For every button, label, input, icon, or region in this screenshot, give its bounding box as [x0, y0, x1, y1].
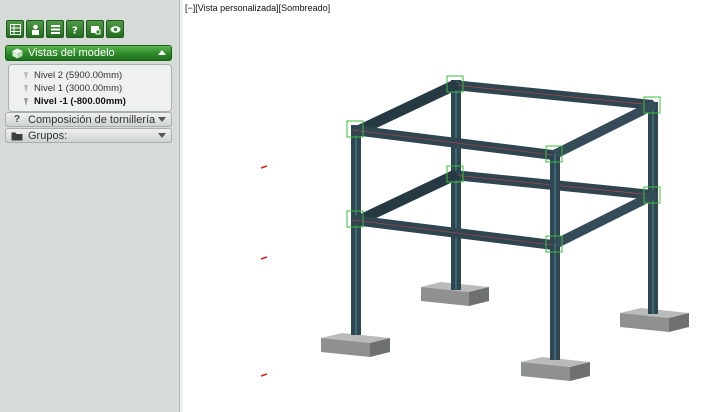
list-icon — [50, 24, 60, 34]
view-item-nivel-2[interactable]: Nivel 2 (5900.00mm) — [23, 70, 122, 81]
footing-left — [321, 333, 390, 357]
views-panel-title: Vistas del modelo — [28, 47, 115, 59]
pin-icon — [24, 97, 28, 106]
chevron-up-icon[interactable] — [158, 50, 166, 55]
person-button[interactable] — [26, 20, 44, 38]
tag-icon — [90, 25, 100, 34]
view-item-nivel-1[interactable]: Nivel 1 (3000.00mm) — [23, 83, 122, 94]
folder-icon — [11, 130, 23, 142]
view-item-label: Nivel 1 (3000.00mm) — [34, 83, 123, 94]
panel-toolbar: ? — [6, 20, 124, 38]
eye-icon — [110, 25, 120, 33]
list-button[interactable] — [46, 20, 64, 38]
level-markers — [260, 165, 268, 377]
pin-icon — [24, 71, 28, 80]
view-item-label: Nivel 2 (5900.00mm) — [34, 70, 123, 81]
groups-panel-header[interactable]: Grupos: — [5, 128, 172, 143]
column-back-right — [648, 102, 658, 314]
column-front-left — [351, 125, 361, 335]
pin-icon — [24, 84, 28, 93]
tag-button[interactable] — [86, 20, 104, 38]
steel-frame-model — [260, 75, 689, 381]
cube-icon — [11, 47, 23, 59]
help-button[interactable]: ? — [66, 20, 84, 38]
bolts-panel-title: Composición de tornillería — [28, 113, 156, 126]
3d-viewport[interactable]: [−][Vista personalizada][Sombreado] — [183, 0, 711, 412]
left-panel: ? Vistas del modelo Nivel 2 (5900.00mm) … — [0, 0, 180, 412]
view-item-nivel-minus-1[interactable]: Nivel -1 (-800.00mm) — [23, 96, 126, 107]
question-icon: ? — [13, 114, 21, 125]
bolts-panel-header[interactable]: ? Composición de tornillería — [5, 112, 172, 127]
view-item-label: Nivel -1 (-800.00mm) — [34, 96, 126, 107]
views-panel-header[interactable]: Vistas del modelo — [5, 45, 172, 61]
footing-front — [521, 357, 590, 381]
person-icon — [31, 24, 39, 35]
column-back-left — [451, 80, 461, 290]
beams-front — [352, 100, 658, 250]
views-list: Nivel 2 (5900.00mm) Nivel 1 (3000.00mm) … — [8, 64, 172, 112]
grid-button[interactable] — [6, 20, 24, 38]
chevron-down-icon[interactable] — [158, 133, 166, 138]
grid-icon — [9, 23, 21, 35]
eye-button[interactable] — [106, 20, 124, 38]
column-front-right — [550, 150, 560, 360]
help-icon: ? — [72, 25, 78, 35]
groups-panel-title: Grupos: — [28, 129, 68, 142]
chevron-down-icon[interactable] — [158, 117, 166, 122]
svg-text:?: ? — [72, 25, 78, 35]
